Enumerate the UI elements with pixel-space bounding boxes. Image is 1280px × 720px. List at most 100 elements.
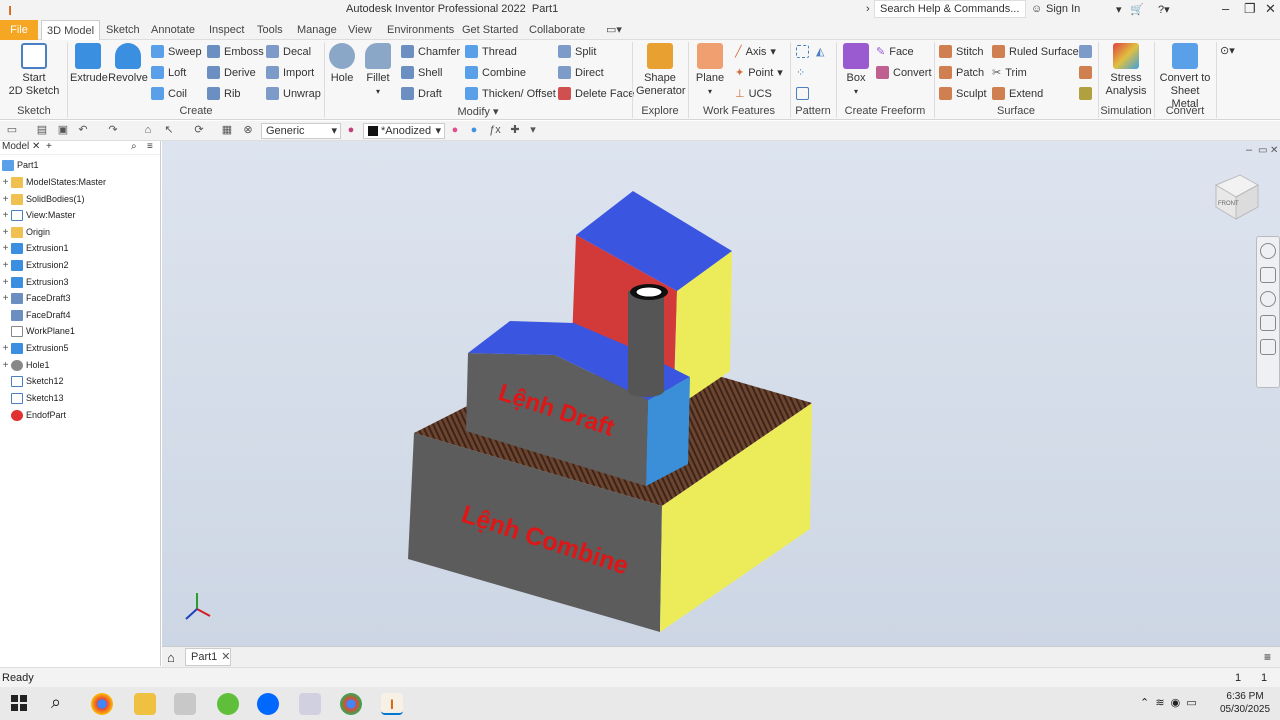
mirror-button[interactable]: ◭: [816, 45, 824, 58]
point-button[interactable]: ✦ Point ▾: [735, 66, 783, 80]
decal-button[interactable]: Decal: [266, 45, 311, 58]
tree-item-solid-bodies[interactable]: + SolidBodies(1): [0, 191, 85, 207]
home-icon[interactable]: ⌂: [167, 650, 175, 665]
close-tab-icon[interactable]: ✕: [32, 141, 40, 152]
expand-icon[interactable]: +: [0, 210, 11, 221]
search-input[interactable]: Search Help & Commands...: [874, 0, 1026, 18]
zoom-icon[interactable]: [1260, 291, 1276, 307]
tree-item-part1[interactable]: Part1: [0, 157, 39, 173]
tab-view[interactable]: View: [343, 20, 377, 40]
thicken-offset-button[interactable]: Thicken/ Offset: [465, 87, 556, 100]
surface-tool-2-button[interactable]: [1079, 66, 1092, 79]
chamfer-button[interactable]: Chamfer: [401, 45, 460, 58]
sketch-pattern-button[interactable]: [796, 87, 809, 100]
look-at-icon[interactable]: [1260, 339, 1276, 355]
save-icon[interactable]: ▣: [56, 124, 70, 137]
tab-3d-model[interactable]: 3D Model: [41, 20, 101, 40]
tree-item-view[interactable]: + View:Master: [0, 207, 75, 223]
inventor-logo-icon[interactable]: I: [0, 3, 20, 18]
adjust-appearance-icon[interactable]: ●: [448, 124, 462, 137]
steering-wheel-icon[interactable]: [1260, 243, 1276, 259]
zalo-icon[interactable]: [257, 693, 279, 715]
tab-sketch[interactable]: Sketch: [101, 20, 145, 40]
coil-button[interactable]: Coil: [151, 87, 187, 100]
appearance-browser-icon[interactable]: ●: [467, 124, 481, 137]
stress-analysis-button[interactable]: Stress Analysis: [1102, 43, 1150, 98]
convert-to-sheet-metal-button[interactable]: Convert to Sheet Metal: [1156, 43, 1214, 111]
panel-label-modify[interactable]: Modify ▾: [324, 105, 632, 118]
appearance-dropdown[interactable]: *Anodized ▾: [363, 123, 445, 139]
tree-item-hole1[interactable]: + Hole1: [0, 357, 50, 373]
graphics-viewport[interactable]: Lệnh Draft Lệnh Combine FRONT – ▭ ✕: [162, 141, 1280, 646]
delete-face-button[interactable]: Delete Face: [558, 87, 634, 100]
derive-button[interactable]: Derive: [207, 66, 256, 79]
tab-file[interactable]: File: [0, 20, 38, 40]
expand-icon[interactable]: +: [0, 260, 11, 271]
appearance-ball-icon[interactable]: ●: [344, 124, 358, 137]
search-icon[interactable]: ⌕: [51, 692, 61, 713]
search-icon[interactable]: ⌕: [131, 141, 137, 152]
sculpt-button[interactable]: Sculpt: [939, 87, 987, 100]
emboss-button[interactable]: Emboss: [207, 45, 264, 58]
tab-options-icon[interactable]: ▭▾: [601, 20, 627, 40]
circular-pattern-button[interactable]: ⁘: [796, 66, 805, 79]
box-button[interactable]: Box ▾: [840, 43, 872, 98]
tree-item-sketch12[interactable]: Sketch12: [0, 373, 64, 389]
tree-item-end-of-part[interactable]: EndofPart: [0, 407, 66, 423]
thread-button[interactable]: Thread: [465, 45, 517, 58]
snipping-tool-icon[interactable]: [299, 693, 321, 715]
inventor-taskbar-icon[interactable]: I: [381, 693, 403, 715]
minimize-icon[interactable]: –: [1222, 1, 1229, 16]
search-arrow-icon[interactable]: ›: [866, 3, 870, 15]
tree-item-model-states[interactable]: + ModelStates:Master: [0, 174, 106, 190]
close-document-icon[interactable]: ✕: [221, 651, 230, 663]
tree-item-extrusion3[interactable]: + Extrusion3: [0, 274, 69, 290]
update-icon[interactable]: ⟳: [192, 124, 206, 137]
user-icon[interactable]: ☺: [1031, 3, 1042, 15]
help-icon[interactable]: ?▾: [1158, 3, 1170, 16]
shell-button[interactable]: Shell: [401, 66, 442, 79]
shape-generator-button[interactable]: Shape Generator: [636, 43, 686, 98]
face-button[interactable]: ✎ Face: [876, 45, 914, 59]
tab-inspect[interactable]: Inspect: [204, 20, 249, 40]
view-cube[interactable]: FRONT: [1214, 174, 1260, 220]
add-icon[interactable]: ✚: [508, 124, 522, 137]
expand-icon[interactable]: +: [0, 243, 11, 254]
material-dropdown[interactable]: Generic ▾: [261, 123, 341, 139]
open-icon[interactable]: ▤: [35, 124, 49, 137]
convert-button[interactable]: Convert: [876, 66, 932, 79]
tree-item-sketch13[interactable]: Sketch13: [0, 390, 64, 406]
revolve-button[interactable]: Revolve: [108, 43, 148, 85]
expand-icon[interactable]: +: [0, 194, 11, 205]
ribbon-options-button[interactable]: ⊙▾: [1220, 44, 1235, 57]
parameters-icon[interactable]: ƒx: [488, 124, 502, 137]
ruled-surface-button[interactable]: Ruled Surface: [992, 45, 1079, 58]
tab-manage[interactable]: Manage: [292, 20, 342, 40]
fillet-button[interactable]: Fillet ▾: [362, 43, 394, 98]
tree-item-extrusion5[interactable]: + Extrusion5: [0, 340, 69, 356]
hole-button[interactable]: Hole: [327, 43, 357, 85]
tree-item-facedraft3[interactable]: + FaceDraft3: [0, 290, 71, 306]
tree-item-origin[interactable]: + Origin: [0, 224, 50, 240]
undo-icon[interactable]: ↶: [76, 124, 90, 137]
browser-tab-model[interactable]: Model: [2, 141, 29, 152]
viewport-restore-icon[interactable]: ▭: [1258, 145, 1267, 156]
clock[interactable]: 6:36 PM 05/30/2025: [1220, 690, 1270, 716]
account-dropdown-icon[interactable]: ▾: [1116, 3, 1122, 16]
home-icon[interactable]: ⌂: [141, 124, 155, 137]
redo-icon[interactable]: ↷: [106, 124, 120, 137]
file-explorer-icon[interactable]: [134, 693, 156, 715]
unwrap-button[interactable]: Unwrap: [266, 87, 321, 100]
windows-start-icon[interactable]: [11, 695, 27, 711]
surface-tool-1-button[interactable]: [1079, 45, 1092, 58]
measure-icon[interactable]: ▦: [220, 124, 234, 137]
rectangular-pattern-button[interactable]: [796, 45, 809, 58]
tree-item-facedraft4[interactable]: FaceDraft4: [0, 307, 71, 323]
sign-in-link[interactable]: Sign In: [1046, 3, 1080, 15]
tab-annotate[interactable]: Annotate: [146, 20, 200, 40]
add-tab-icon[interactable]: +: [46, 141, 52, 152]
clear-appearance-icon[interactable]: ⊗: [241, 124, 255, 137]
chrome-profile-icon[interactable]: [340, 693, 362, 715]
expand-icon[interactable]: +: [0, 293, 11, 304]
expand-icon[interactable]: +: [0, 277, 11, 288]
